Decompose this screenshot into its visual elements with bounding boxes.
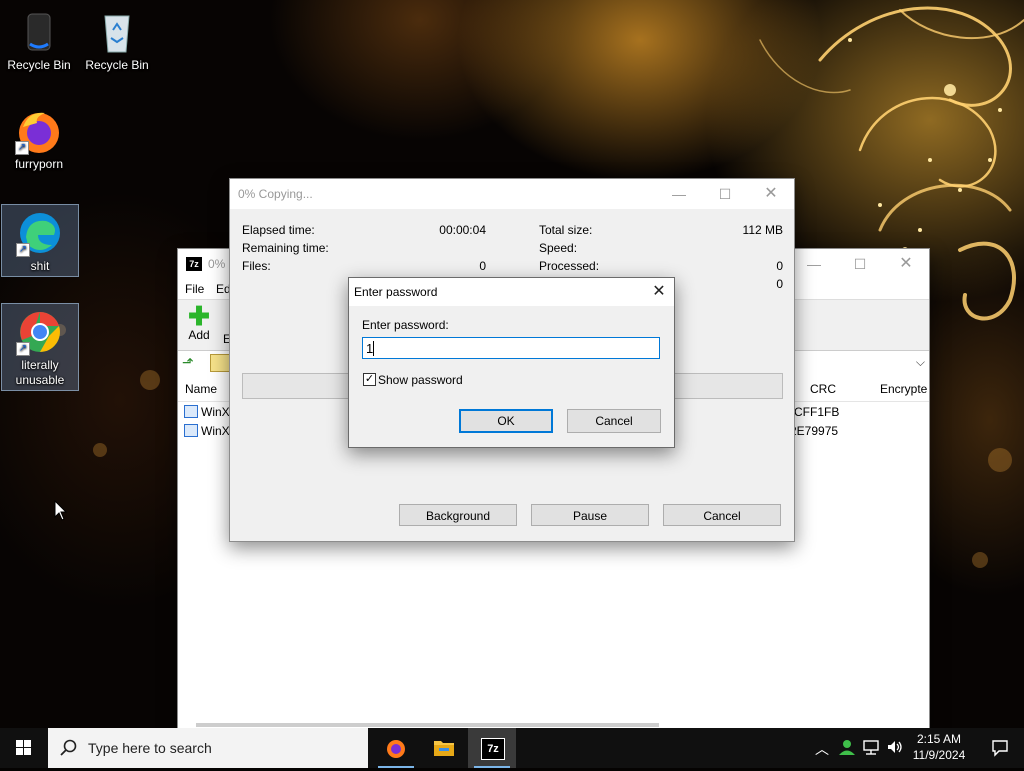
notification-icon	[992, 740, 1008, 757]
column-name[interactable]: Name	[185, 382, 217, 396]
minimize-button[interactable]: —	[656, 179, 702, 209]
up-folder-icon[interactable]: ⬏	[182, 354, 194, 371]
close-button[interactable]: ✕	[748, 179, 794, 209]
background-button[interactable]: Background	[399, 504, 517, 526]
speaker-icon	[15, 8, 63, 56]
edge-icon: ↗	[16, 209, 64, 257]
copy-dialog-title: 0% Copying...	[238, 187, 313, 201]
recycle-bin-icon	[93, 8, 141, 56]
compressed-value: 0	[776, 277, 783, 291]
password-input[interactable]: 1	[362, 337, 660, 359]
desktop-icon-recycle-bin[interactable]: Recycle Bin	[79, 4, 155, 75]
column-crc[interactable]: CRC	[810, 382, 836, 396]
chrome-icon: ↗	[16, 308, 64, 356]
password-dialog-title: Enter password	[354, 285, 438, 299]
notification-center-button[interactable]	[978, 728, 1024, 768]
text-caret	[373, 341, 374, 356]
shortcut-arrow-icon: ↗	[16, 342, 30, 356]
clock-date: 11/9/2024	[912, 748, 966, 762]
file-icon	[184, 424, 198, 437]
desktop-icon-label: shit	[30, 259, 50, 273]
firefox-icon: ↗	[15, 107, 63, 155]
desktop-icon-edge[interactable]: ↗ shit	[1, 204, 79, 277]
speed-label: Speed:	[539, 241, 578, 255]
address-dropdown-icon[interactable]: ⌵	[916, 355, 925, 370]
total-size-value: 112 MB	[742, 223, 783, 237]
windows-logo-icon	[16, 740, 31, 755]
taskbar-firefox[interactable]	[372, 728, 420, 768]
maximize-button[interactable]: ☐	[702, 179, 748, 209]
close-button[interactable]: ✕	[644, 278, 674, 306]
mouse-cursor-icon	[54, 500, 68, 521]
checkmark-icon: ✓	[364, 373, 375, 385]
taskbar: Type here to search 7z ︿ 2:15 AM 11/9/20…	[0, 728, 1024, 768]
cancel-copy-button[interactable]: Cancel	[663, 504, 781, 526]
shortcut-arrow-icon: ↗	[15, 141, 29, 155]
add-plus-icon: ✚	[188, 301, 210, 331]
network-icon[interactable]	[862, 738, 880, 756]
total-size-label: Total size:	[539, 223, 593, 237]
close-button[interactable]: ✕	[883, 249, 929, 279]
show-password-checkbox[interactable]: ✓	[363, 373, 376, 386]
file-icon	[184, 405, 198, 418]
maximize-button[interactable]: ☐	[837, 249, 883, 279]
add-toolbar-button[interactable]: ✚ Add	[184, 301, 214, 342]
desktop-icon-label: Recycle Bin	[7, 58, 71, 72]
user-status-icon[interactable]	[838, 738, 856, 756]
processed-label: Processed:	[539, 259, 600, 273]
row-crc: 2E79975	[790, 424, 839, 438]
files-value: 0	[479, 259, 486, 273]
cancel-button[interactable]: Cancel	[567, 409, 661, 433]
taskbar-file-explorer[interactable]	[420, 728, 468, 768]
column-encrypted[interactable]: Encrypte	[880, 382, 927, 396]
password-prompt-label: Enter password:	[362, 318, 449, 332]
show-password-label[interactable]: Show password	[378, 373, 463, 387]
row-crc: CFF1FB	[794, 405, 840, 419]
enter-password-dialog[interactable]: Enter password ✕ Enter password: 1 ✓ Sho…	[348, 277, 675, 448]
7zip-app-icon: 7z	[186, 257, 202, 271]
desktop-icon-label: Recycle Bin	[85, 58, 149, 72]
search-placeholder: Type here to search	[88, 740, 212, 756]
remaining-time-label: Remaining time:	[242, 241, 329, 255]
7zip-icon: 7z	[481, 738, 505, 760]
add-label: Add	[188, 328, 210, 342]
minimize-button[interactable]: —	[791, 249, 837, 279]
files-label: Files:	[242, 259, 271, 273]
folder-icon	[210, 354, 230, 372]
taskbar-search-box[interactable]: Type here to search	[48, 728, 368, 768]
search-icon	[60, 739, 77, 756]
start-button[interactable]	[0, 728, 48, 768]
shortcut-arrow-icon: ↗	[16, 243, 30, 257]
processed-value: 0	[776, 259, 783, 273]
desktop-icon-firefox[interactable]: ↗ furryporn	[1, 103, 77, 174]
menu-file[interactable]: File	[185, 282, 204, 296]
elapsed-time-label: Elapsed time:	[242, 223, 315, 237]
row-name: WinX	[201, 405, 230, 419]
taskbar-7zip[interactable]: 7z	[468, 728, 516, 768]
taskbar-clock[interactable]: 2:15 AM 11/9/2024	[908, 731, 970, 763]
copy-dialog-titlebar[interactable]: 0% Copying... — ☐ ✕	[230, 179, 794, 209]
ok-button[interactable]: OK	[459, 409, 553, 433]
password-dialog-titlebar[interactable]: Enter password ✕	[349, 278, 674, 306]
row-name: WinX	[201, 424, 230, 438]
show-hidden-icons-chevron-icon[interactable]: ︿	[815, 739, 829, 759]
volume-icon[interactable]	[886, 738, 904, 756]
desktop-icon-label: furryporn	[14, 157, 64, 171]
pause-button[interactable]: Pause	[531, 504, 649, 526]
desktop-icon-label: literally unusable	[15, 358, 65, 387]
desktop-icon-speaker[interactable]: Recycle Bin	[1, 4, 77, 75]
desktop-icon-chrome[interactable]: ↗ literally unusable	[1, 303, 79, 391]
elapsed-time-value: 00:00:04	[439, 223, 486, 237]
file-explorer-icon	[434, 741, 454, 756]
firefox-icon	[387, 740, 405, 758]
horizontal-scrollbar[interactable]	[196, 723, 659, 727]
clock-time: 2:15 AM	[916, 732, 962, 746]
